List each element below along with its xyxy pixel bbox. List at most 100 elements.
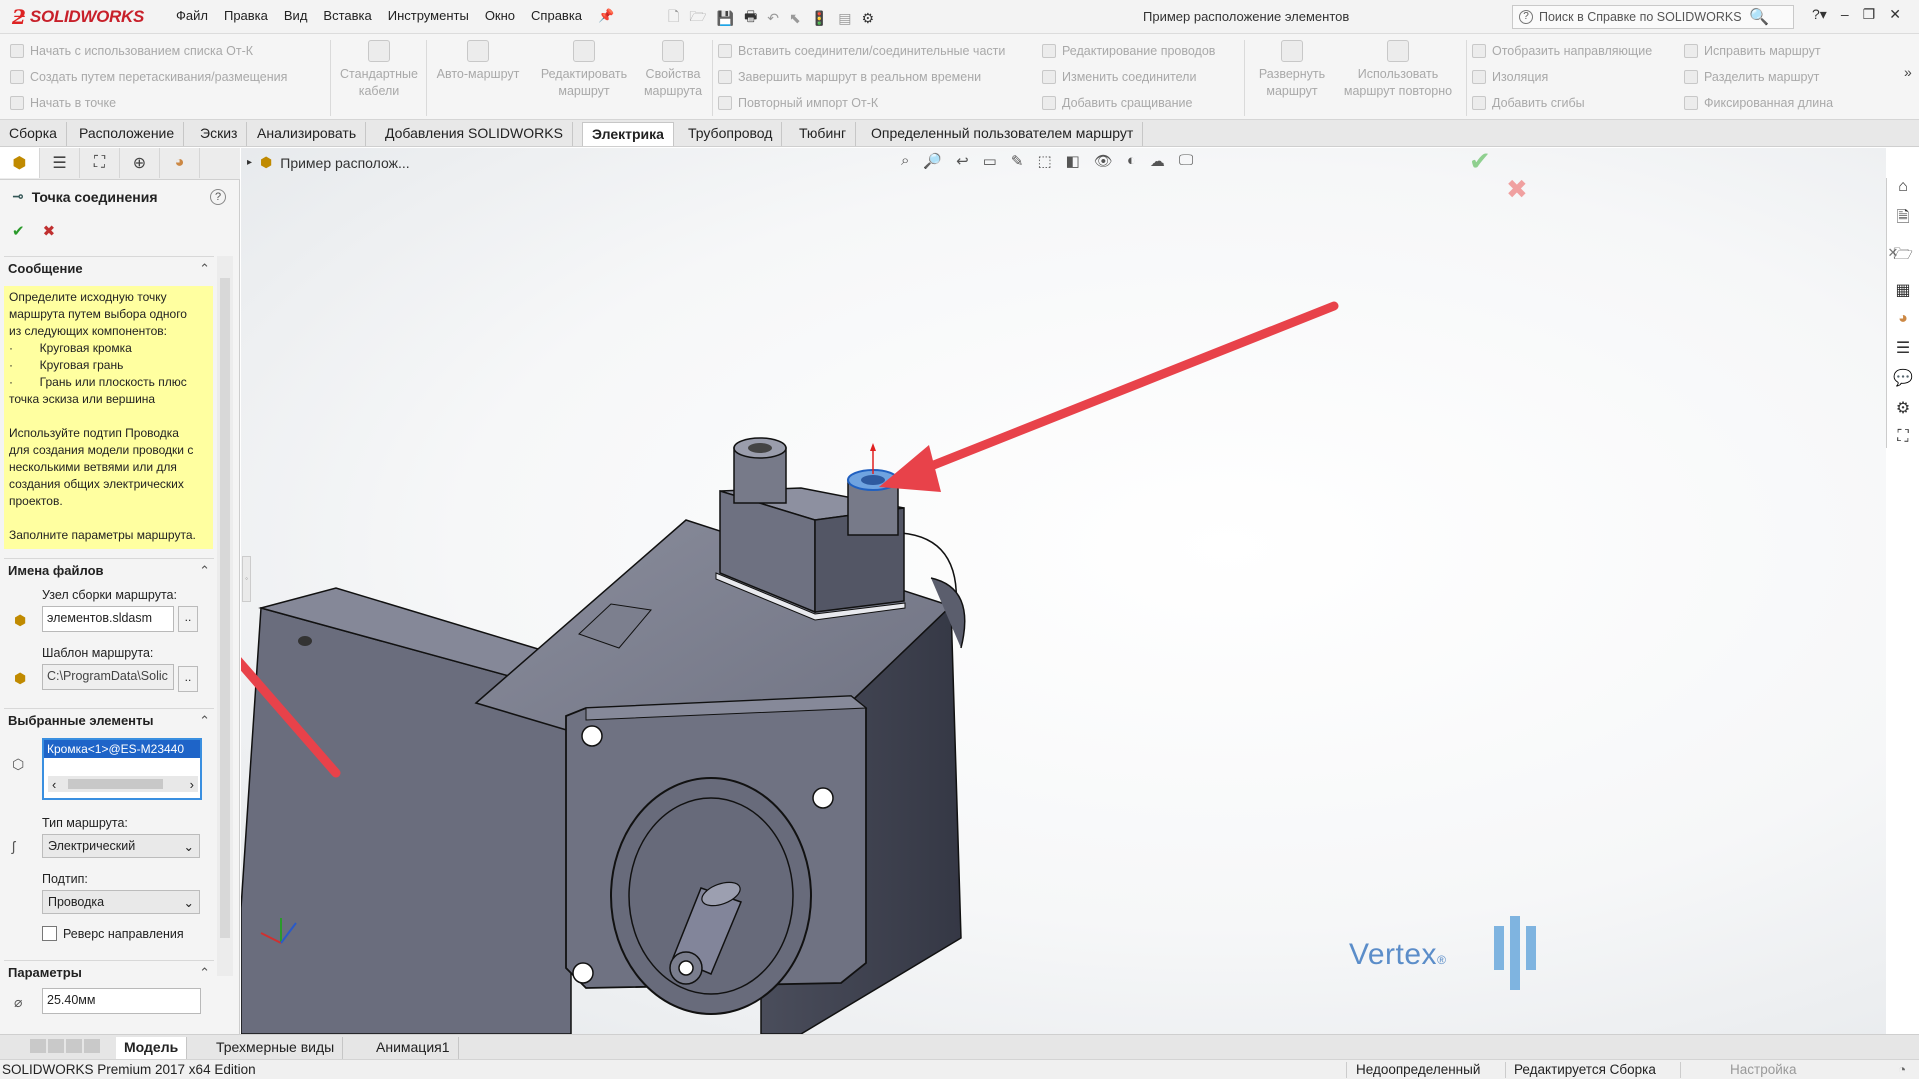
appearances-icon[interactable]: ◕ [1898, 310, 1908, 328]
selected-items-section-header[interactable]: Выбранные элементы ⌃ [4, 708, 214, 730]
scroll-right-icon[interactable]: › [190, 777, 194, 792]
configuration-status[interactable]: Настройка [1730, 1062, 1796, 1077]
solidworks-logo[interactable]: ƻ SOLIDWORKS [12, 4, 158, 30]
cancel-button[interactable]: ✖ [43, 222, 56, 240]
standard-cables-button[interactable]: Стандартные кабели [336, 40, 422, 100]
add-bends-button[interactable]: Добавить сгибы [1472, 94, 1652, 112]
flatten-route-button[interactable]: Развернуть маршрут [1250, 40, 1334, 100]
scroll-left-icon[interactable]: ‹ [52, 777, 56, 792]
feature-manager-tab-icon[interactable]: ⬢ [0, 148, 40, 178]
scroll-thumb[interactable] [220, 278, 230, 938]
design-library-icon[interactable]: ⚙ [1896, 398, 1910, 418]
reverse-direction-checkbox[interactable]: Реверс направления [42, 926, 184, 941]
print-icon[interactable]: 🖶 [744, 6, 757, 30]
next-tab-icon[interactable] [66, 1039, 82, 1053]
pin-icon[interactable]: 📌 [598, 8, 614, 24]
fixed-length-button[interactable]: Фиксированная длина [1684, 94, 1833, 112]
help-search-input[interactable]: ? Поиск в Справке по SOLIDWORKS 🔍 [1512, 5, 1794, 29]
message-section-header[interactable]: Сообщение ⌃ [4, 256, 214, 278]
last-tab-icon[interactable] [84, 1039, 100, 1053]
menu-edit[interactable]: Правка [224, 8, 268, 24]
custom-properties-icon[interactable]: ☰ [1896, 338, 1910, 358]
tab-tubing[interactable]: Тюбинг [790, 122, 857, 146]
flange-plate[interactable] [565, 695, 868, 1015]
tab-3d-views[interactable]: Трехмерные виды [208, 1037, 344, 1059]
routing-library-icon[interactable]: ⛶ [1897, 428, 1908, 446]
insulation-button[interactable]: Изоляция [1472, 68, 1652, 86]
route-type-select[interactable]: Электрический ⌄ [42, 834, 200, 858]
edit-route-button[interactable]: Редактировать маршрут [530, 40, 638, 100]
insert-connectors-button[interactable]: Вставить соединители/соединительные част… [718, 42, 1005, 60]
options-gear-icon[interactable]: ⚙ [861, 10, 874, 27]
undo-icon[interactable]: ↶ [767, 10, 779, 27]
route-assembly-input[interactable]: элементов.sldasm [42, 606, 174, 632]
dimxpert-tab-icon[interactable]: ⊕ [120, 148, 160, 178]
auto-route-button[interactable]: Авто-маршрут [432, 40, 524, 83]
close-icon[interactable]: ✕ [1889, 6, 1901, 23]
rebuild-icon[interactable]: 🚦 [811, 10, 828, 27]
tab-user-defined-route[interactable]: Определенный пользователем маршрут [862, 122, 1144, 146]
menu-insert[interactable]: Вставка [323, 8, 371, 24]
tab-layout[interactable]: Расположение [70, 122, 185, 146]
reuse-route-button[interactable]: Использовать маршрут повторно [1334, 40, 1462, 100]
restore-icon[interactable]: ❐ [1863, 6, 1876, 23]
route-properties-button[interactable]: Свойства маршрута [636, 40, 710, 100]
display-manager-tab-icon[interactable]: ◕ [160, 148, 200, 178]
search-icon[interactable]: 🔍 [1749, 7, 1769, 27]
repair-route-button[interactable]: Исправить маршрут [1684, 42, 1833, 60]
view-palette-icon[interactable]: ▦ [1895, 280, 1910, 300]
list-horizontal-scrollbar[interactable]: ‹ › [48, 776, 198, 792]
edit-wires-button[interactable]: Редактирование проводов [1042, 42, 1215, 60]
units-icon[interactable]: ◔ [1898, 1062, 1906, 1077]
tab-sketch[interactable]: Эскиз [191, 122, 248, 146]
panel-vertical-scrollbar[interactable] [217, 256, 233, 976]
new-icon[interactable]: 🗋 [668, 6, 679, 30]
first-tab-icon[interactable] [30, 1039, 46, 1053]
scroll-thumb[interactable] [68, 779, 163, 789]
start-from-to-button[interactable]: Начать с использованием списка От-К [10, 42, 287, 60]
help-menu-icon[interactable]: ?▾ [1812, 6, 1827, 23]
tab-assembly[interactable]: Сборка [0, 122, 67, 146]
filenames-section-header[interactable]: Имена файлов ⌃ [4, 558, 214, 580]
subtype-select[interactable]: Проводка ⌄ [42, 890, 200, 914]
diameter-input[interactable]: 25.40мм [42, 988, 201, 1014]
route-template-input[interactable]: C:\ProgramData\Solic [42, 664, 174, 690]
forum-icon[interactable]: 💬 [1893, 368, 1913, 388]
pm-help-icon[interactable]: ? [210, 189, 226, 205]
panel-splitter-handle[interactable]: ◦ [242, 556, 251, 602]
prev-tab-icon[interactable] [48, 1039, 64, 1053]
configuration-manager-tab-icon[interactable]: ⛶ [80, 148, 120, 178]
ok-button[interactable]: ✔ [12, 222, 25, 240]
split-route-button[interactable]: Разделить маршрут [1684, 68, 1833, 86]
confirm-ok-corner-icon[interactable]: ✔ [1469, 148, 1491, 177]
open-icon[interactable]: 🗁 [689, 6, 706, 30]
tab-electrical[interactable]: Электрика [582, 122, 674, 146]
minimize-icon[interactable]: – [1841, 6, 1849, 23]
tab-model[interactable]: Модель [116, 1037, 188, 1059]
finish-route-button[interactable]: Завершить маршрут в реальном времени [718, 68, 1005, 86]
menu-view[interactable]: Вид [284, 8, 308, 24]
confirm-cancel-corner-icon[interactable]: ✖ [1506, 174, 1528, 205]
property-manager-tab-icon[interactable]: ☰ [40, 148, 80, 178]
tab-animation1[interactable]: Анимация1 [368, 1037, 459, 1059]
reimport-from-to-button[interactable]: Повторный импорт От-К [718, 94, 1005, 112]
menu-window[interactable]: Окно [485, 8, 515, 24]
show-guidelines-button[interactable]: Отобразить направляющие [1472, 42, 1652, 60]
selected-items-list[interactable]: Кромка<1>@ES-M23440 ‹ › [42, 738, 202, 800]
tab-piping[interactable]: Трубопровод [679, 122, 783, 146]
browse-assembly-button[interactable]: .. [178, 606, 198, 632]
tab-evaluate[interactable]: Анализировать [248, 122, 367, 146]
file-properties-icon[interactable]: ▤ [838, 10, 851, 27]
ribbon-overflow-icon[interactable]: » [1904, 64, 1912, 80]
selected-item-edge[interactable]: Кромка<1>@ES-M23440 [44, 740, 200, 758]
menu-tools[interactable]: Инструменты [388, 8, 469, 24]
save-icon[interactable]: 💾 [717, 10, 734, 27]
home-icon[interactable]: ⌂ [1898, 178, 1908, 196]
file-explorer-icon[interactable]: 🗁 [1893, 243, 1913, 270]
menu-file[interactable]: Файл [176, 8, 208, 24]
add-splice-button[interactable]: Добавить сращивание [1042, 94, 1215, 112]
tab-solidworks-addins[interactable]: Добавления SOLIDWORKS [376, 122, 573, 146]
checkbox-box[interactable] [42, 926, 57, 941]
resources-icon[interactable]: 🗎 [1897, 206, 1910, 233]
change-connectors-button[interactable]: Изменить соединители [1042, 68, 1215, 86]
